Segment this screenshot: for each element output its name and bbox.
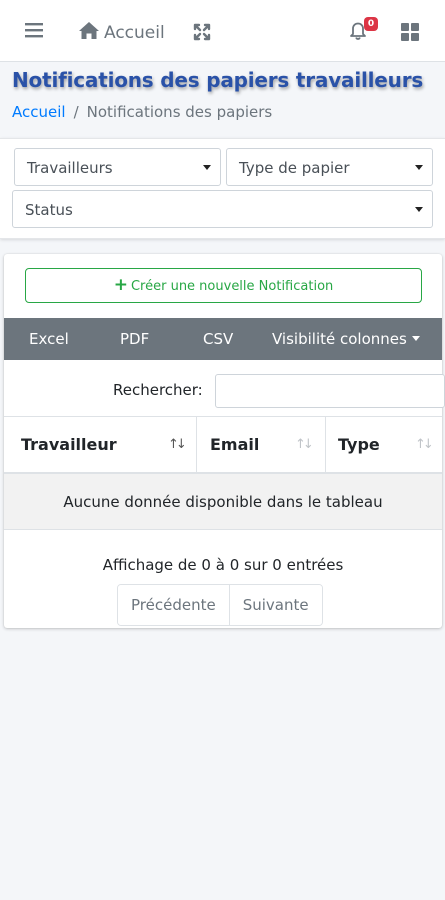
- pdf-button[interactable]: PDF: [120, 318, 149, 360]
- home-link-label: Accueil: [104, 23, 165, 43]
- breadcrumb-current: Notifications des papiers: [86, 103, 273, 121]
- excel-button[interactable]: Excel: [29, 318, 69, 360]
- previous-page-button[interactable]: Précédente: [118, 585, 229, 625]
- page-title: Notifications des papiers travailleurs: [12, 68, 424, 92]
- travailleurs-select[interactable]: Travailleurs: [14, 148, 221, 186]
- sort-icon[interactable]: ↑↓: [415, 437, 434, 452]
- column-header-travailleur[interactable]: Travailleur: [21, 417, 117, 473]
- table-empty-row: Aucune donnée disponible dans le tableau: [4, 474, 442, 530]
- chevron-down-icon: [411, 336, 420, 341]
- column-header-type[interactable]: Type: [338, 417, 380, 473]
- column-divider: [196, 417, 197, 473]
- expand-icon[interactable]: [193, 23, 211, 45]
- type-papier-select-value: Type de papier: [239, 159, 350, 177]
- column-divider: [325, 417, 326, 473]
- breadcrumb: Accueil / Notifications des papiers: [12, 103, 272, 121]
- grid-icon[interactable]: [401, 23, 419, 45]
- filter-card: Travailleurs Type de papier Status: [0, 138, 445, 239]
- table-info: Affichage de 0 à 0 sur 0 entrées: [102, 556, 344, 574]
- breadcrumb-home-link[interactable]: Accueil: [12, 103, 66, 121]
- chevron-down-icon: [415, 165, 423, 170]
- table-header: Travailleur ↑↓ Email ↑↓ Type ↑↓: [4, 416, 442, 474]
- column-header-email[interactable]: Email: [210, 417, 259, 473]
- hamburger-icon[interactable]: [25, 22, 43, 42]
- top-navbar: Accueil 0: [0, 0, 445, 62]
- search-input[interactable]: [215, 374, 445, 408]
- next-page-button[interactable]: Suivante: [228, 585, 322, 625]
- csv-button[interactable]: CSV: [203, 318, 233, 360]
- plus-icon: +: [113, 275, 128, 295]
- notifications-button[interactable]: 0: [348, 17, 378, 44]
- chevron-down-icon: [203, 165, 211, 170]
- create-notification-button[interactable]: + Créer une nouvelle Notification: [25, 268, 422, 303]
- sort-asc-icon[interactable]: ↑↓: [168, 437, 187, 452]
- status-select-value: Status: [25, 201, 73, 219]
- breadcrumb-separator: /: [73, 103, 79, 121]
- column-visibility-label: Visibilité colonnes: [272, 330, 407, 348]
- pagination: Précédente Suivante: [117, 584, 323, 626]
- column-visibility-button[interactable]: Visibilité colonnes: [272, 318, 420, 360]
- notification-count-badge: 0: [364, 17, 378, 31]
- home-link[interactable]: Accueil: [78, 21, 165, 45]
- chevron-down-icon: [415, 207, 423, 212]
- travailleurs-select-value: Travailleurs: [27, 159, 113, 177]
- type-papier-select[interactable]: Type de papier: [226, 148, 433, 186]
- export-toolbar: Excel PDF CSV Visibilité colonnes: [4, 318, 442, 360]
- home-icon: [78, 21, 104, 45]
- status-select[interactable]: Status: [12, 190, 433, 228]
- sort-icon[interactable]: ↑↓: [295, 437, 314, 452]
- create-notification-label: Créer une nouvelle Notification: [130, 279, 334, 294]
- search-label: Rechercher:: [113, 381, 203, 399]
- notifications-card: + Créer une nouvelle Notification Excel P…: [4, 254, 445, 628]
